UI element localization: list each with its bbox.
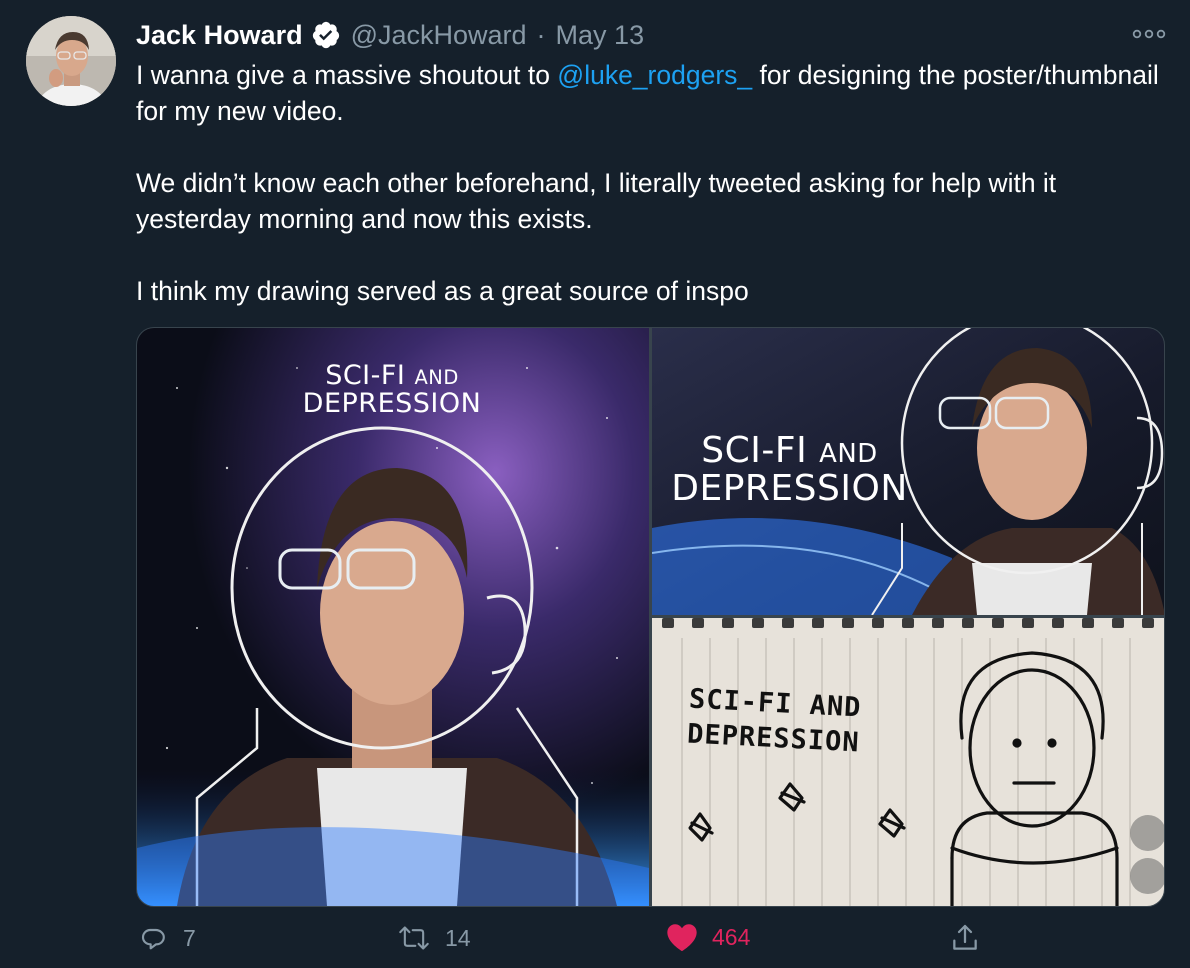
avatar-image — [26, 16, 116, 106]
sketch-text: SCI-FI AND DEPRESSION — [686, 682, 862, 761]
sketch-image — [652, 618, 1164, 906]
retweet-icon — [399, 926, 429, 950]
thumbnail-title-and: AND — [819, 439, 878, 469]
tweet-paragraph-1: I wanna give a massive shoutout to @luke… — [136, 57, 1166, 129]
poster-title-line1: SCI-FI AND — [277, 360, 507, 391]
like-count: 464 — [712, 923, 751, 950]
media-grid: SCI-FI AND DEPRESSION SCI-FI AND DEPRESS… — [136, 327, 1165, 907]
tweet-date[interactable]: May 13 — [556, 20, 645, 51]
poster-title-and: AND — [414, 366, 459, 389]
tweet-text: I wanna give a massive shoutout to @luke… — [136, 57, 1166, 309]
tweet-paragraph-3: I think my drawing served as a great sou… — [136, 276, 749, 306]
poster-title-main: SCI-FI — [325, 360, 406, 391]
more-icon[interactable] — [1131, 22, 1167, 46]
media-thumbnail[interactable]: SCI-FI AND DEPRESSION — [652, 328, 1164, 615]
reply-icon — [141, 928, 165, 950]
poster-title-line2: DEPRESSION — [302, 388, 482, 420]
tweet-header: Jack Howard @JackHoward · May 13 — [136, 17, 644, 53]
mention-link[interactable]: @luke_rodgers_ — [557, 60, 752, 90]
tweet-paragraph-2: We didn’t know each other beforehand, I … — [136, 168, 1057, 234]
thumbnail-title-line1: SCI-FI AND — [667, 432, 912, 470]
media-sketch[interactable]: SCI-FI AND DEPRESSION — [652, 618, 1164, 906]
like-button[interactable]: 464 — [666, 922, 750, 952]
reply-count: 7 — [183, 924, 196, 951]
thumbnail-title: SCI-FI AND DEPRESSION — [667, 432, 912, 508]
text-segment: I wanna give a massive shoutout to — [136, 60, 558, 90]
verified-badge-icon — [311, 20, 341, 50]
heart-icon — [667, 924, 697, 952]
share-button[interactable] — [949, 922, 981, 954]
retweet-button[interactable]: 14 — [397, 922, 471, 954]
thumbnail-title-line2: DEPRESSION — [671, 467, 908, 509]
tweet-actions: 7 14 464 — [0, 922, 1190, 962]
separator-dot: · — [536, 19, 546, 50]
avatar[interactable] — [26, 16, 116, 106]
author-name[interactable]: Jack Howard — [136, 20, 303, 51]
poster-title: SCI-FI AND DEPRESSION — [277, 360, 507, 420]
retweet-count: 14 — [445, 924, 471, 951]
author-handle[interactable]: @JackHoward — [351, 20, 527, 51]
media-poster-tall[interactable]: SCI-FI AND DEPRESSION — [137, 328, 649, 906]
reply-button[interactable]: 7 — [137, 922, 196, 954]
thumbnail-title-main: SCI-FI — [701, 430, 808, 471]
share-icon — [953, 924, 977, 950]
